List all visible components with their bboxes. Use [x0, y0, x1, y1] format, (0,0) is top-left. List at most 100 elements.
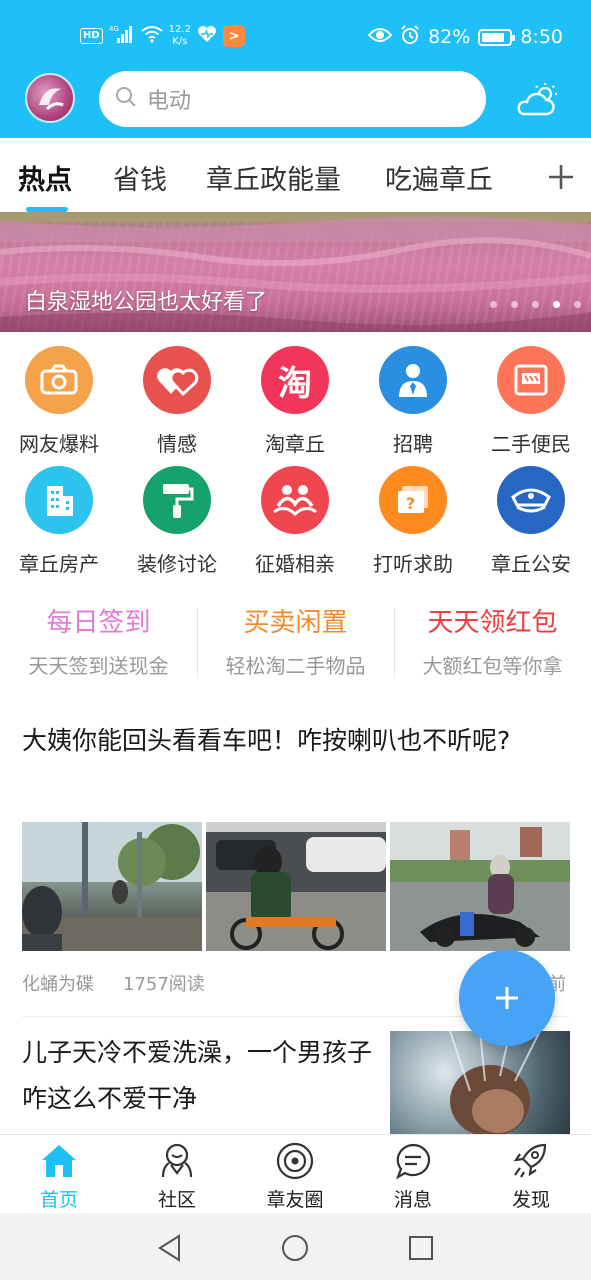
hearts-icon — [143, 346, 211, 414]
carousel-dot[interactable] — [574, 301, 581, 308]
tao-glyph: 淘 — [278, 363, 312, 404]
circle-icon — [276, 1142, 314, 1180]
tab-save-money[interactable]: 省钱 — [113, 158, 167, 197]
promo-subtitle: 轻松淘二手物品 — [225, 654, 366, 678]
wifi-icon — [141, 25, 163, 47]
svg-text:?: ? — [406, 494, 415, 513]
grid-label: 章丘房产 — [19, 552, 99, 576]
tab-eat-zhangqiu[interactable]: 吃遍章丘 — [385, 158, 493, 197]
building-icon — [25, 466, 93, 534]
app-notification-icon: > — [222, 25, 245, 47]
paint-roller-icon — [143, 466, 211, 534]
grid-item-second-hand[interactable]: 二手便民 — [472, 346, 590, 468]
weather-icon[interactable] — [513, 80, 561, 120]
community-icon — [161, 1143, 193, 1178]
tab-hot[interactable]: 热点 — [18, 158, 72, 197]
message-icon — [395, 1143, 431, 1180]
promo-red-packet[interactable]: 天天领红包 大额红包等你拿 — [394, 606, 591, 686]
grid-label: 情感 — [157, 432, 197, 456]
grid-label: 淘章丘 — [265, 432, 325, 456]
police-cap-icon — [497, 466, 565, 534]
grid-item-real-estate[interactable]: 章丘房产 — [0, 466, 118, 588]
nav-label: 消息 — [393, 1189, 432, 1211]
article-author: 化蛹为碟 — [22, 974, 94, 995]
speed-value: 12.2 — [168, 24, 191, 35]
carousel-dots — [490, 301, 581, 308]
grid-label: 征婚相亲 — [255, 552, 335, 576]
promo-title: 买卖闲置 — [243, 608, 348, 638]
plus-icon — [496, 987, 518, 1009]
banner-carousel[interactable]: 白泉湿地公园也太好看了 — [0, 212, 591, 332]
status-right: 82% 8:50 — [367, 22, 563, 52]
grid-item-netizen-report[interactable]: 网友爆料 — [0, 346, 118, 468]
nav-home[interactable]: 首页 — [0, 1135, 118, 1214]
article-thumbnail — [390, 822, 570, 951]
grid-item-matchmaking[interactable]: 征婚相亲 — [236, 466, 354, 588]
back-icon[interactable] — [155, 1233, 185, 1263]
user-avatar[interactable] — [25, 73, 75, 123]
network-type: 4G — [109, 25, 119, 33]
grid-item-emotion[interactable]: 情感 — [118, 346, 236, 468]
nav-label: 首页 — [39, 1189, 78, 1211]
search-bar[interactable]: 电动 — [99, 71, 486, 127]
grid-label: 章丘公安 — [491, 552, 571, 576]
couple-icon — [261, 466, 329, 534]
recents-icon[interactable] — [406, 1233, 436, 1263]
bottom-navigation: 首页 社区 章友圈 消息 发现 — [0, 1134, 591, 1213]
promo-subtitle: 大额红包等你拿 — [422, 654, 563, 678]
carousel-dot[interactable] — [532, 301, 539, 308]
grid-label: 装修讨论 — [137, 552, 217, 576]
app-header: HD 4G 12.2 K/s > 82% 8:50 电动 — [0, 0, 591, 138]
grid-item-tao-zhangqiu[interactable]: 淘 淘章丘 — [236, 346, 354, 468]
system-navigation-bar — [0, 1213, 591, 1280]
nav-community[interactable]: 社区 — [118, 1135, 236, 1214]
grid-item-recruitment[interactable]: 招聘 — [354, 346, 472, 468]
channel-tabs: 热点 省钱 章丘政能量 吃遍章丘 — [0, 138, 591, 212]
tao-icon: 淘 — [261, 346, 329, 414]
hd-badge: HD — [80, 28, 103, 44]
home-icon — [42, 1145, 76, 1177]
heart-health-icon — [197, 25, 217, 47]
nav-label: 发现 — [511, 1189, 550, 1211]
grid-label: 二手便民 — [491, 432, 571, 456]
battery-level — [482, 32, 504, 42]
nav-messages[interactable]: 消息 — [354, 1135, 472, 1214]
promo-buy-sell[interactable]: 买卖闲置 轻松淘二手物品 — [197, 606, 394, 686]
carousel-dot[interactable] — [511, 301, 518, 308]
camera-icon — [25, 346, 93, 414]
network-speed: 12.2 K/s — [169, 24, 191, 48]
promo-title: 天天领红包 — [427, 608, 558, 638]
nav-friend-circle[interactable]: 章友圈 — [236, 1135, 354, 1214]
article-thumbnail — [390, 1031, 570, 1134]
speed-unit: K/s — [172, 36, 188, 47]
promo-subtitle: 天天签到送现金 — [28, 654, 169, 678]
carousel-dot-active[interactable] — [553, 301, 560, 308]
promo-title: 每日签到 — [46, 608, 151, 638]
status-bar: HD 4G 12.2 K/s > 82% 8:50 — [0, 0, 591, 72]
home-circle-icon[interactable] — [280, 1233, 310, 1263]
grid-item-decoration[interactable]: 装修讨论 — [118, 466, 236, 588]
battery-percent: 82% — [428, 26, 471, 48]
nav-discover[interactable]: 发现 — [472, 1135, 590, 1214]
search-icon — [115, 86, 137, 112]
grid-item-ask-help[interactable]: ? 打听求助 — [354, 466, 472, 588]
article-title: 儿子天冷不爱洗澡，一个男孩子咋这么不爱干净 — [22, 1038, 373, 1113]
post-fab-button[interactable] — [459, 950, 555, 1046]
article-thumbnail — [206, 822, 386, 951]
article-title: 大姨你能回头看看车吧！咋按喇叭也不听呢? — [22, 726, 511, 755]
article-thumbnail — [22, 822, 202, 951]
grid-label: 打听求助 — [373, 552, 453, 576]
signal-icon: 4G — [109, 24, 135, 48]
nav-label: 章友圈 — [266, 1189, 324, 1211]
promo-daily-checkin[interactable]: 每日签到 天天签到送现金 — [0, 606, 197, 686]
add-channel-icon[interactable] — [546, 162, 576, 192]
carousel-dot[interactable] — [490, 301, 497, 308]
person-tie-icon — [379, 346, 447, 414]
article-reads: 1757阅读 — [123, 974, 205, 995]
tab-zhangqiu-energy[interactable]: 章丘政能量 — [206, 158, 341, 197]
grid-item-police[interactable]: 章丘公安 — [472, 466, 590, 588]
question-board-icon: ? — [379, 466, 447, 534]
battery-icon — [478, 28, 516, 46]
alarm-icon — [400, 24, 420, 50]
shop-icon — [497, 346, 565, 414]
